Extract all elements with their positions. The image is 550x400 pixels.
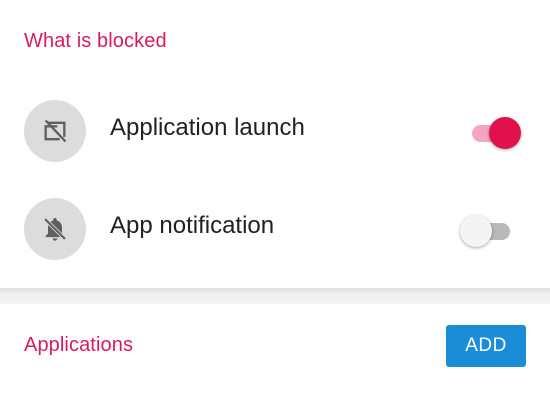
- what-is-blocked-card: What is blocked Application launch App n…: [0, 0, 550, 288]
- app-launch-blocked-icon: [24, 100, 86, 162]
- setting-row-app-notification[interactable]: App notification: [0, 190, 550, 270]
- applications-card: Applications ADD: [0, 304, 550, 400]
- app-notification-toggle[interactable]: [460, 214, 522, 248]
- section-divider: [0, 288, 550, 304]
- what-is-blocked-title: What is blocked: [24, 30, 167, 52]
- toggle-thumb: [460, 215, 492, 247]
- application-launch-toggle[interactable]: [460, 116, 522, 150]
- toggle-thumb: [489, 117, 521, 149]
- applications-title: Applications: [24, 334, 134, 356]
- setting-label-app-notification: App notification: [110, 212, 275, 239]
- setting-row-application-launch[interactable]: Application launch: [0, 92, 550, 172]
- setting-label-application-launch: Application launch: [110, 114, 305, 141]
- notifications-off-icon: [24, 198, 86, 260]
- add-application-button[interactable]: ADD: [446, 325, 526, 367]
